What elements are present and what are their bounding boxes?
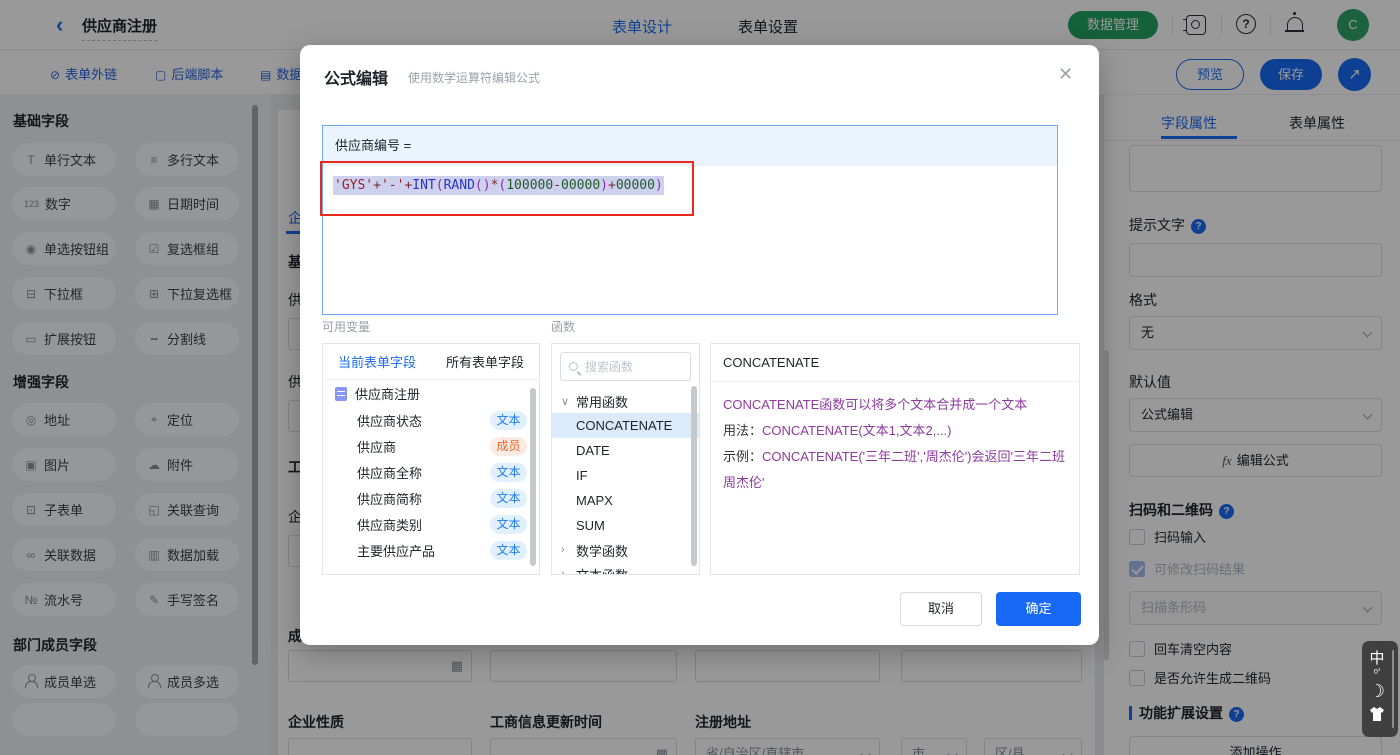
group-text-functions[interactable]: › 文本函数 [552, 562, 699, 575]
ime-tone-icon[interactable]: ᵒ’ [1362, 667, 1392, 679]
variable-item[interactable]: 主要供应产品 文本 [323, 537, 539, 563]
functions-scrollbar[interactable] [691, 386, 697, 566]
variables-scrollbar[interactable] [530, 388, 536, 566]
functions-panel: ∨常用函数 CONCATENATE DATE IF MAPX SUM ›数学函数… [551, 343, 700, 575]
function-item-mapx[interactable]: MAPX [552, 488, 699, 513]
dark-mode-moon-icon[interactable]: ☽ [1362, 681, 1392, 702]
confirm-button[interactable]: 确定 [996, 592, 1081, 626]
variable-item[interactable]: 供应商简称 文本 [323, 485, 539, 511]
search-icon [569, 362, 578, 371]
functions-label: 函数 [551, 320, 576, 334]
tree-root-form[interactable]: 供应商注册 [323, 380, 539, 407]
function-item-if[interactable]: IF [552, 463, 699, 488]
ime-toolbar[interactable]: 中 ᵒ’ ☽ [1362, 641, 1398, 737]
close-icon[interactable]: ✕ [1058, 63, 1073, 85]
type-badge: 文本 [490, 540, 527, 560]
screen: ‹ 供应商注册 表单设计 表单设置 数据管理 ? C ⊘ 表单外链 ▢ 后端脚本 ▤… [0, 0, 1400, 755]
type-badge: 成员 [490, 436, 527, 456]
function-search[interactable] [560, 352, 691, 381]
usage-line: 用法：CONCATENATE(文本1,文本2,...) [723, 423, 952, 438]
function-name-heading: CONCATENATE [711, 344, 1079, 382]
function-description-text: CONCATENATE函数可以将多个文本合并成一个文本 用法：CONCATENA… [711, 382, 1079, 506]
modal-title: 公式编辑 [324, 71, 389, 88]
formula-target-label: 供应商编号 = [323, 126, 1057, 166]
variables-label: 可用变量 [322, 320, 371, 334]
skin-shirt-icon[interactable] [1362, 707, 1392, 726]
formula-editor[interactable]: 供应商编号 = 'GYS'+'-'+INT(RAND()*(100000-000… [322, 125, 1058, 315]
variable-item[interactable]: 供应商全称 文本 [323, 459, 539, 485]
variable-item[interactable]: 供应商类别 文本 [323, 511, 539, 537]
description-line: CONCATENATE函数可以将多个文本合并成一个文本 [723, 397, 1028, 412]
type-badge: 文本 [490, 488, 527, 508]
example-line: 示例：CONCATENATE('三年二班','周杰伦')会返回'三年二班周杰伦' [723, 449, 1065, 490]
function-item-concatenate[interactable]: CONCATENATE [552, 413, 699, 438]
tab-all-form-fields[interactable]: 所有表单字段 [431, 352, 539, 371]
chevron-collapsed-icon: › [561, 544, 565, 556]
group-math-functions[interactable]: › 数学函数 [552, 538, 699, 562]
type-badge: 文本 [490, 462, 527, 482]
chevron-expanded-icon: ∨ [561, 395, 570, 408]
annotation-highlight-box [320, 161, 694, 216]
formula-edit-modal: 公式编辑 使用数学运算符编辑公式 ✕ 供应商编号 = 'GYS'+'-'+INT… [300, 45, 1099, 645]
function-description-panel: CONCATENATE CONCATENATE函数可以将多个文本合并成一个文本 … [710, 343, 1080, 575]
group-common-functions[interactable]: ∨ 常用函数 [552, 389, 699, 413]
type-badge: 文本 [490, 514, 527, 534]
variables-panel: 当前表单字段 所有表单字段 供应商注册 供应商状态 文本 供应商 成员 供应商全称文… [322, 343, 540, 575]
variable-item[interactable]: 供应商状态 文本 [323, 407, 539, 433]
document-icon [335, 386, 347, 401]
variable-item[interactable]: 供应商 成员 [323, 433, 539, 459]
ime-handle[interactable] [1392, 650, 1394, 728]
chevron-collapsed-icon: › [561, 568, 565, 575]
cancel-button[interactable]: 取消 [900, 592, 982, 626]
type-badge: 文本 [490, 410, 527, 430]
function-item-sum[interactable]: SUM [552, 513, 699, 538]
tab-current-form-fields[interactable]: 当前表单字段 [323, 352, 431, 371]
function-item-date[interactable]: DATE [552, 438, 699, 463]
search-input[interactable] [585, 359, 685, 374]
ime-chinese-icon[interactable]: 中 [1362, 647, 1392, 668]
modal-subtitle: 使用数学运算符编辑公式 [408, 71, 541, 85]
